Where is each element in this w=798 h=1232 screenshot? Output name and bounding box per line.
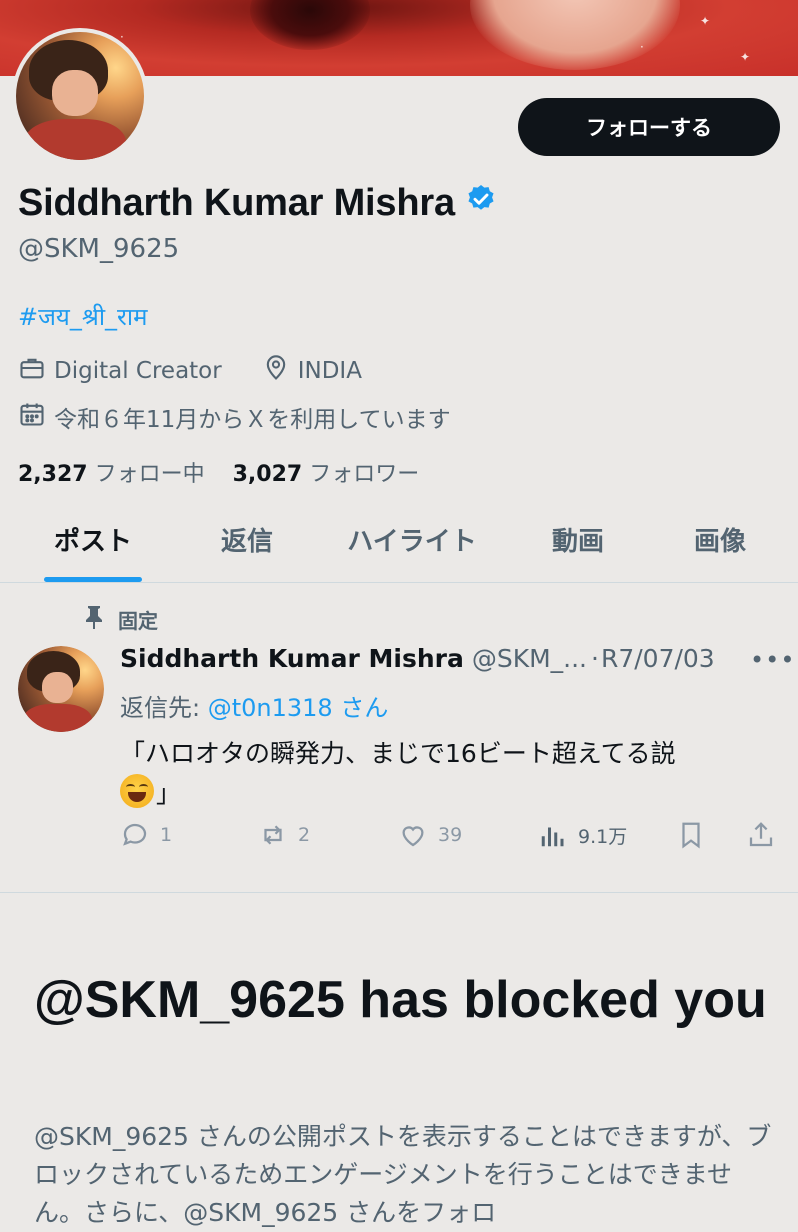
pinned-label: 固定 <box>118 609 158 633</box>
post-author-handle[interactable]: @SKM_... <box>472 644 587 673</box>
tab-replies[interactable]: 返信 <box>200 520 294 582</box>
profile-name-row: Siddharth Kumar Mishra <box>18 182 497 225</box>
reply-suffix: さん <box>332 694 389 722</box>
follow-button[interactable]: フォローする <box>518 98 780 156</box>
reply-count: 1 <box>160 824 173 846</box>
post-text-line2: 」 <box>120 774 760 814</box>
briefcase-icon <box>18 354 46 388</box>
tab-posts[interactable]: ポスト <box>44 520 142 582</box>
calendar-icon <box>18 400 46 434</box>
tab-label: 返信 <box>220 527 273 557</box>
profile-name: Siddharth Kumar Mishra <box>18 182 455 224</box>
blocked-title: @SKM_9625 has blocked you <box>34 971 767 1029</box>
followers-count: 3,027 <box>232 462 303 487</box>
pinned-indicator: 固定 <box>84 604 158 635</box>
like-button[interactable]: 39 <box>398 820 462 850</box>
profile-location: INDIA <box>297 358 362 384</box>
reply-prefix: 返信先: <box>120 694 208 722</box>
profile-category: Digital Creator <box>54 358 222 384</box>
like-count: 39 <box>438 824 463 846</box>
tab-label: 動画 <box>551 527 604 557</box>
verified-badge-icon[interactable] <box>465 182 497 225</box>
reply-to: 返信先: @t0n1318 さん <box>120 688 388 723</box>
views-chart-icon <box>541 827 564 847</box>
followers-label: フォロワー <box>309 462 420 487</box>
sparkle-icon: · <box>640 40 644 54</box>
reply-handle-link[interactable]: @t0n1318 <box>208 694 333 722</box>
repost-count: 2 <box>298 824 311 846</box>
heart-icon <box>402 826 424 847</box>
repost-button[interactable]: 2 <box>258 820 310 850</box>
reply-icon <box>123 823 147 846</box>
tab-label: 画像 <box>693 527 746 557</box>
post-actions: 1 2 39 9.1万 <box>120 820 780 860</box>
pin-icon <box>84 604 104 635</box>
sparkle-icon: ✦ <box>740 50 751 64</box>
share-button[interactable] <box>746 820 776 850</box>
follow-counts: 2,327 フォロー中 3,027 フォロワー <box>18 456 419 488</box>
post-separator: · <box>591 644 599 673</box>
profile-avatar[interactable] <box>12 28 148 164</box>
face-with-tears-of-joy-icon <box>120 774 154 808</box>
post-text: 「ハロオタの瞬発力、まじで16ビート超えてる説 」 <box>120 734 760 814</box>
avatar-image <box>18 646 104 732</box>
bookmark-icon <box>682 822 700 849</box>
post-header: Siddharth Kumar Mishra @SKM_... · R7/07/… <box>120 644 740 673</box>
view-count: 9.1万 <box>578 825 628 848</box>
profile-meta-row: Digital Creator INDIA <box>18 354 362 388</box>
sparkle-icon: ✦ <box>700 14 711 28</box>
post-author-avatar[interactable] <box>18 646 104 732</box>
share-icon <box>749 822 773 847</box>
followers-link[interactable]: 3,027 フォロワー <box>233 462 420 487</box>
section-divider <box>0 892 798 893</box>
avatar-image <box>16 32 144 160</box>
post-date[interactable]: R7/07/03 <box>601 644 715 673</box>
profile-bio-hashtag[interactable]: #जय_श्री_राम <box>18 300 147 333</box>
post-text-line1: 「ハロオタの瞬発力、まじで16ビート超えてる説 <box>120 739 676 768</box>
active-tab-indicator <box>44 577 142 582</box>
tab-images[interactable]: 画像 <box>672 520 768 582</box>
banner-face-shape <box>470 0 680 70</box>
profile-joined-date: 令和６年11月からＸを利用しています <box>54 407 451 433</box>
post-text-suffix: 」 <box>156 779 182 808</box>
reply-button[interactable]: 1 <box>120 820 172 850</box>
following-label: フォロー中 <box>94 462 205 487</box>
tab-label: ポスト <box>53 527 132 557</box>
location-pin-icon <box>262 354 290 388</box>
more-options-icon[interactable]: ••• <box>750 646 795 674</box>
blocked-body: @SKM_9625 さんの公開ポストを表示することはできますが、ブロックされてい… <box>34 1122 772 1227</box>
tab-label: ハイライト <box>347 527 477 557</box>
tab-videos[interactable]: 動画 <box>530 520 626 582</box>
profile-tabs: ポスト 返信 ハイライト 動画 画像 <box>0 520 798 583</box>
post-author-name[interactable]: Siddharth Kumar Mishra <box>120 644 464 673</box>
following-count: 2,327 <box>18 462 88 487</box>
profile-joined-row: 令和６年11月からＸを利用しています <box>18 400 451 434</box>
tab-highlights[interactable]: ハイライト <box>336 520 488 582</box>
views-button[interactable]: 9.1万 <box>538 820 627 850</box>
profile-handle: @SKM_9625 <box>18 234 180 264</box>
following-link[interactable]: 2,327 フォロー中 <box>18 462 205 487</box>
bookmark-button[interactable] <box>676 820 706 850</box>
banner-rose-shape <box>250 0 370 50</box>
repost-icon <box>264 825 282 845</box>
